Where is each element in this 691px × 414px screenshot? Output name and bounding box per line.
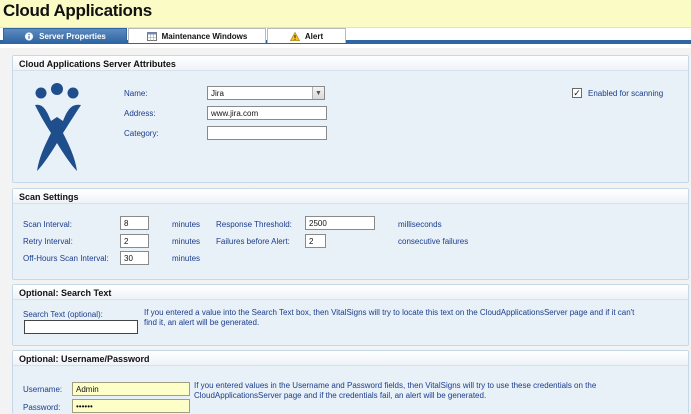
panel-heading: Optional: Username/Password [13, 351, 688, 366]
response-threshold-field[interactable]: 2500 [305, 216, 375, 230]
help-line: If you entered values in the Username an… [194, 381, 597, 390]
content-area: Cloud Applications Server Attributes Nam… [0, 48, 691, 414]
password-field[interactable]: •••••• [72, 399, 190, 413]
tab-label: Server Properties [39, 31, 106, 41]
enabled-for-scanning-label: Enabled for scanning [588, 89, 664, 98]
calendar-icon [146, 31, 157, 41]
help-line: find it, an alert will be generated. [144, 318, 260, 327]
checkmark-icon: ✓ [573, 88, 581, 98]
name-select[interactable]: Jira ▼ [207, 86, 325, 100]
response-threshold-unit: milliseconds [398, 220, 442, 229]
panel-heading: Optional: Search Text [13, 285, 688, 300]
tab-maintenance-windows[interactable]: Maintenance Windows [128, 28, 266, 43]
title-bar: Cloud Applications [0, 0, 691, 28]
scan-interval-unit: minutes [172, 220, 201, 229]
username-field[interactable]: Admin [72, 382, 190, 396]
enabled-for-scanning-checkbox[interactable]: ✓ [572, 88, 582, 98]
page-title: Cloud Applications [3, 1, 152, 20]
info-icon [25, 31, 34, 41]
help-line: If you entered a value into the Search T… [144, 308, 635, 317]
retry-interval-unit: minutes [172, 237, 201, 246]
tab-server-properties[interactable]: Server Properties [3, 28, 127, 43]
tab-label: Alert [304, 31, 324, 41]
scan-interval-label: Scan Interval: [23, 220, 72, 229]
category-label: Category: [124, 129, 159, 138]
credentials-panel: Optional: Username/Password Username: Ad… [12, 350, 689, 414]
username-label: Username: [23, 385, 63, 394]
scan-settings-panel: Scan Settings Scan Interval: 8 minutes R… [12, 188, 689, 280]
tab-label: Maintenance Windows [161, 31, 248, 41]
response-threshold-label: Response Threshold: [216, 220, 292, 229]
retry-interval-field[interactable]: 2 [120, 234, 149, 248]
scan-interval-field[interactable]: 8 [120, 216, 149, 230]
help-line: CloudApplicationsServer page and if the … [194, 391, 487, 400]
failures-before-alert-label: Failures before Alert: [216, 237, 290, 246]
password-label: Password: [23, 403, 61, 412]
off-hours-interval-unit: minutes [172, 254, 201, 263]
chevron-down-icon[interactable]: ▼ [312, 87, 324, 99]
address-label: Address: [124, 109, 156, 118]
panel-heading: Cloud Applications Server Attributes [13, 56, 688, 71]
panel-heading: Scan Settings [13, 189, 688, 204]
search-text-field[interactable] [24, 320, 138, 334]
credentials-help: If you entered values in the Username an… [194, 381, 674, 401]
tab-bar: Server Properties Maintenance Windows Al… [0, 28, 691, 44]
search-text-label: Search Text (optional): [23, 310, 103, 319]
warning-icon [289, 31, 300, 41]
off-hours-interval-label: Off-Hours Scan Interval: [23, 254, 109, 263]
jira-logo-icon [35, 83, 81, 171]
server-attributes-panel: Cloud Applications Server Attributes Nam… [12, 55, 689, 183]
address-field[interactable]: www.jira.com [207, 106, 327, 120]
retry-interval-label: Retry Interval: [23, 237, 73, 246]
name-label: Name: [124, 89, 148, 98]
category-field[interactable] [207, 126, 327, 140]
tab-alert[interactable]: Alert [267, 28, 346, 43]
name-select-value: Jira [211, 89, 224, 98]
search-text-help: If you entered a value into the Search T… [144, 308, 684, 328]
off-hours-interval-field[interactable]: 30 [120, 251, 149, 265]
failures-before-alert-field[interactable]: 2 [305, 234, 326, 248]
search-text-panel: Optional: Search Text Search Text (optio… [12, 284, 689, 346]
failures-before-alert-unit: consecutive failures [398, 237, 469, 246]
